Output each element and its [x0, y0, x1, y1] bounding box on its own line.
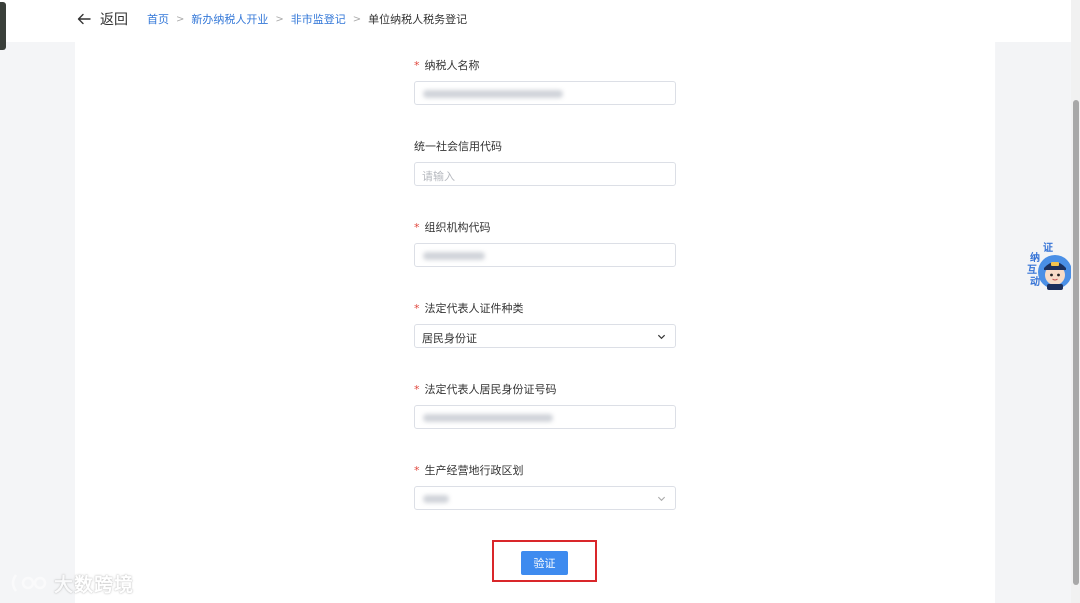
field-label-text: 统一社会信用代码 [414, 140, 502, 153]
legal-rep-id-type-select[interactable]: 居民身份证 [414, 324, 676, 348]
field-business-region: * 生产经营地行政区划 [414, 463, 676, 510]
watermark: 大数跨境 [10, 570, 134, 596]
field-credit-code: 统一社会信用代码 请输入 [414, 139, 676, 186]
field-label-text: 法定代表人证件种类 [424, 302, 524, 315]
redacted-value [423, 495, 449, 503]
breadcrumb-current-page: 单位纳税人税务登记 [368, 13, 468, 26]
required-asterisk: * [414, 59, 420, 72]
redacted-value [423, 414, 553, 422]
field-organization-code: * 组织机构代码 [414, 220, 676, 267]
mascot-char: 纳 [1030, 253, 1040, 264]
breadcrumb-separator-icon: > [352, 13, 362, 25]
breadcrumb-home[interactable]: 首页 [147, 11, 169, 27]
field-taxpayer-name: * 纳税人名称 [414, 58, 676, 105]
select-value: 居民身份证 [422, 332, 477, 345]
interaction-mascot-widget[interactable]: 证 纳 互 动 [1027, 243, 1073, 294]
field-label: * 生产经营地行政区划 [414, 463, 676, 479]
required-asterisk: * [414, 221, 420, 234]
verify-button[interactable]: 验证 [521, 551, 568, 575]
breadcrumb: 首页 > 新办纳税人开业 > 非市监登记 > 单位纳税人税务登记 [147, 11, 467, 27]
chevron-down-icon [657, 334, 666, 340]
back-button[interactable]: 返回 [76, 9, 128, 29]
breadcrumb-separator-icon: > [176, 13, 185, 25]
field-label-text: 生产经营地行政区划 [424, 464, 524, 477]
redacted-value [423, 252, 485, 260]
field-label: 统一社会信用代码 [414, 139, 676, 155]
organization-code-input[interactable] [414, 243, 676, 267]
field-legal-rep-id-number: * 法定代表人居民身份证号码 [414, 382, 676, 429]
field-label-text: 法定代表人居民身份证号码 [424, 383, 557, 396]
mascot-char: 证 [1043, 243, 1053, 254]
required-asterisk: * [414, 383, 420, 396]
field-legal-rep-id-type: * 法定代表人证件种类 居民身份证 [414, 301, 676, 348]
breadcrumb-non-market-registration[interactable]: 非市监登记 [291, 11, 346, 27]
watermark-text: 大数跨境 [54, 573, 135, 596]
mascot-char: 动 [1030, 277, 1040, 288]
right-side-panel [996, 42, 1070, 590]
breadcrumb-separator-icon: > [275, 13, 284, 25]
field-label: * 组织机构代码 [414, 220, 676, 236]
legal-rep-id-number-input[interactable] [414, 405, 676, 429]
breadcrumb-new-taxpayer-opening[interactable]: 新办纳税人开业 [191, 11, 268, 27]
back-label: 返回 [100, 12, 128, 28]
field-label-text: 纳税人名称 [424, 59, 480, 72]
field-label-text: 组织机构代码 [424, 221, 491, 234]
chevron-down-icon [657, 496, 666, 502]
business-region-select[interactable] [414, 486, 676, 510]
top-nav-bar: 返回 首页 > 新办纳税人开业 > 非市监登记 > 单位纳税人税务登记 [0, 0, 1072, 42]
field-label: * 法定代表人证件种类 [414, 301, 676, 317]
required-asterisk: * [414, 464, 420, 477]
field-label: * 法定代表人居民身份证号码 [414, 382, 676, 398]
required-asterisk: * [414, 302, 420, 315]
mascot-char: 互 [1027, 265, 1037, 276]
credit-code-input[interactable]: 请输入 [414, 162, 676, 186]
scrollbar-thumb[interactable] [1073, 100, 1079, 585]
watermark-logo-icon [11, 574, 47, 592]
field-label: * 纳税人名称 [414, 58, 676, 74]
taxpayer-name-input[interactable] [414, 81, 676, 105]
app-corner-widget [0, 2, 6, 50]
redacted-value [423, 90, 563, 98]
input-placeholder: 请输入 [422, 170, 455, 183]
arrow-left-icon [77, 13, 91, 25]
